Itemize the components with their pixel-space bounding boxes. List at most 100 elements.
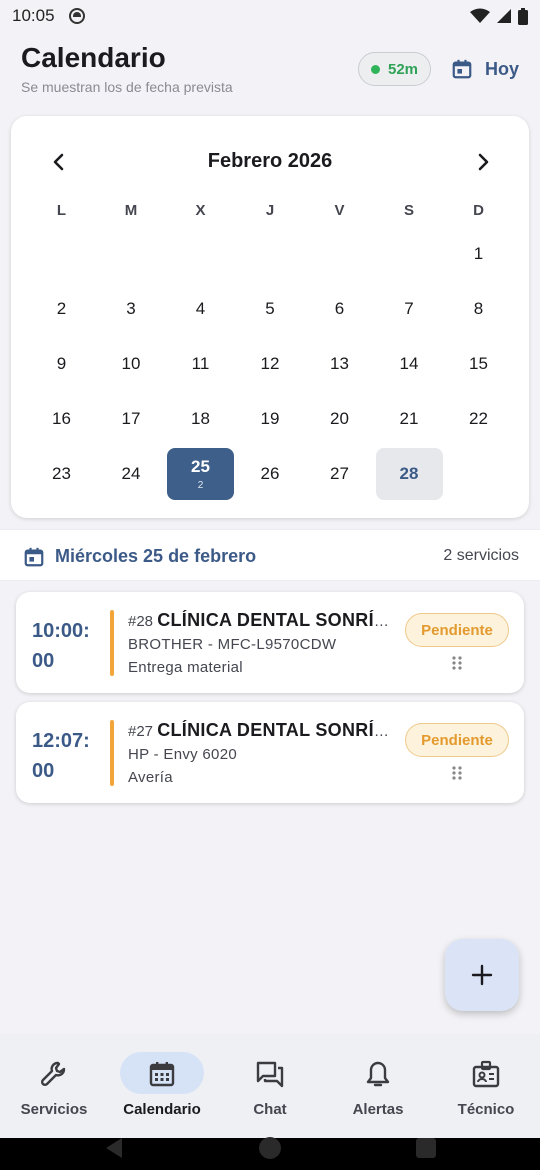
nav-item-alertas[interactable]: Alertas — [324, 1034, 432, 1138]
calendar-day[interactable]: 20 — [306, 393, 373, 445]
service-client: CLÍNICA DENTAL SONRÍENDO — [157, 720, 396, 740]
status-time: 10:05 — [12, 6, 55, 25]
calendar-day[interactable]: 10 — [98, 338, 165, 390]
calendar-day[interactable]: 17 — [98, 393, 165, 445]
back-icon[interactable] — [104, 1138, 124, 1158]
calendar-day[interactable]: 2 — [28, 283, 95, 335]
calendar-day[interactable]: 15 — [445, 338, 512, 390]
day-number: 25 — [191, 457, 210, 476]
timer-text: 52m — [387, 60, 419, 78]
nav-label: Calendario — [123, 1101, 201, 1118]
home-icon[interactable] — [259, 1137, 281, 1159]
day-number: 20 — [330, 409, 349, 428]
calendar-day[interactable]: 5 — [237, 283, 304, 335]
day-number: 16 — [52, 409, 71, 428]
calendar-day[interactable]: 13 — [306, 338, 373, 390]
service-device: BROTHER - MFC-L9570CDW — [128, 636, 337, 653]
calendar-day[interactable]: 19 — [237, 393, 304, 445]
add-service-button[interactable] — [445, 939, 519, 1011]
calendar-day[interactable]: 25 2 — [167, 448, 234, 500]
id-badge-icon — [472, 1060, 500, 1088]
day-number: 18 — [191, 409, 210, 428]
calendar-today-icon — [452, 59, 472, 79]
today-label: Hoy — [485, 58, 520, 79]
calendar-day[interactable]: 3 — [98, 283, 165, 335]
system-navigation-bar — [0, 1137, 540, 1170]
chat-icon — [256, 1061, 284, 1088]
weekday-label: D — [473, 202, 484, 219]
calendar-day[interactable]: 1 — [445, 228, 512, 280]
service-time: 10:00:00 — [32, 620, 90, 672]
weekday-row: L M X J V S D — [27, 202, 513, 222]
service-card[interactable]: 10:00:00 #28 CLÍNICA DENTAL SONRÍENDO BR… — [16, 592, 524, 693]
calendar-day[interactable]: 14 — [376, 338, 443, 390]
today-button[interactable]: Hoy — [451, 52, 519, 86]
day-number: 11 — [191, 354, 210, 373]
recent-apps-icon[interactable] — [416, 1138, 436, 1158]
day-number: 12 — [260, 354, 280, 373]
calendar-day[interactable]: 9 — [28, 338, 95, 390]
service-device: HP - Envy 6020 — [128, 746, 237, 763]
page-subtitle: Se muestran los de fecha prevista — [21, 79, 233, 95]
calendar-day[interactable]: 11 — [167, 338, 234, 390]
day-number: 23 — [52, 464, 71, 483]
day-number: 19 — [260, 409, 280, 428]
month-label: Febrero 2026 — [207, 150, 333, 172]
calendar-day[interactable]: 24 — [98, 448, 165, 500]
selected-date-title: Miércoles 25 de febrero — [55, 546, 257, 566]
day-number: 13 — [330, 354, 349, 373]
calendar-day[interactable]: 6 — [306, 283, 373, 335]
plus-icon — [471, 964, 493, 986]
day-number: 1 — [473, 244, 484, 263]
day-number: 3 — [126, 299, 136, 318]
page-title: Calendario — [21, 42, 166, 73]
bell-icon — [366, 1061, 390, 1087]
service-card[interactable]: 12:07:00 #27 CLÍNICA DENTAL SONRÍENDO HP… — [16, 702, 524, 803]
calendar-day[interactable]: 16 — [28, 393, 95, 445]
service-client: CLÍNICA DENTAL SONRÍENDO — [157, 610, 396, 630]
nav-label: Alertas — [352, 1101, 404, 1118]
service-accent-bar — [110, 610, 114, 676]
calendar-day[interactable]: 22 — [445, 393, 512, 445]
nav-item-tecnico[interactable]: Técnico — [432, 1034, 540, 1138]
app-notification-icon — [68, 8, 85, 24]
signal-icon — [497, 9, 511, 23]
calendar-day[interactable]: 27 — [306, 448, 373, 500]
weekday-label: M — [124, 202, 138, 219]
next-month-button[interactable] — [471, 150, 495, 174]
nav-label: Chat — [253, 1101, 287, 1118]
nav-label: Servicios — [20, 1101, 88, 1118]
calendar-day[interactable]: 8 — [445, 283, 512, 335]
calendar-day[interactable]: 21 — [376, 393, 443, 445]
weekday-label: S — [403, 202, 414, 219]
calendar-card: Febrero 2026 L M X J V S D 1 2 3 4 5 6 7 8 9 10 11… — [11, 116, 529, 518]
nav-item-servicios[interactable]: Servicios — [0, 1034, 108, 1138]
calendar-icon — [24, 547, 44, 567]
weekday-label: V — [334, 202, 345, 219]
calendar-day[interactable]: 12 — [237, 338, 304, 390]
status-indicators — [470, 7, 528, 25]
bottom-navigation: Servicios Calendario Chat Alertas Técnic… — [0, 1034, 540, 1138]
service-type: Entrega material — [128, 659, 243, 676]
drag-handle-icon[interactable] — [449, 655, 465, 671]
calendar-day[interactable]: 23 — [28, 448, 95, 500]
calendar-day[interactable]: 26 — [237, 448, 304, 500]
calendar-day[interactable]: 7 — [376, 283, 443, 335]
timer-badge[interactable]: 52m — [358, 52, 431, 86]
weekday-label: J — [265, 202, 275, 219]
calendar-icon — [149, 1062, 175, 1087]
day-number: 5 — [265, 299, 275, 318]
day-number: 6 — [334, 299, 345, 318]
day-number: 17 — [121, 409, 141, 428]
active-dot-icon — [370, 64, 380, 74]
status-badge: Pendiente — [405, 723, 509, 757]
calendar-day[interactable]: 18 — [167, 393, 234, 445]
nav-label: Técnico — [457, 1101, 515, 1118]
nav-item-chat[interactable]: Chat — [216, 1034, 324, 1138]
drag-handle-icon[interactable] — [449, 765, 465, 781]
nav-item-calendario[interactable]: Calendario — [108, 1034, 216, 1138]
calendar-day[interactable]: 4 — [167, 283, 234, 335]
day-number: 22 — [469, 409, 488, 428]
calendar-day[interactable]: 28 — [375, 448, 443, 500]
status-bar: 10:05 — [0, 0, 540, 32]
